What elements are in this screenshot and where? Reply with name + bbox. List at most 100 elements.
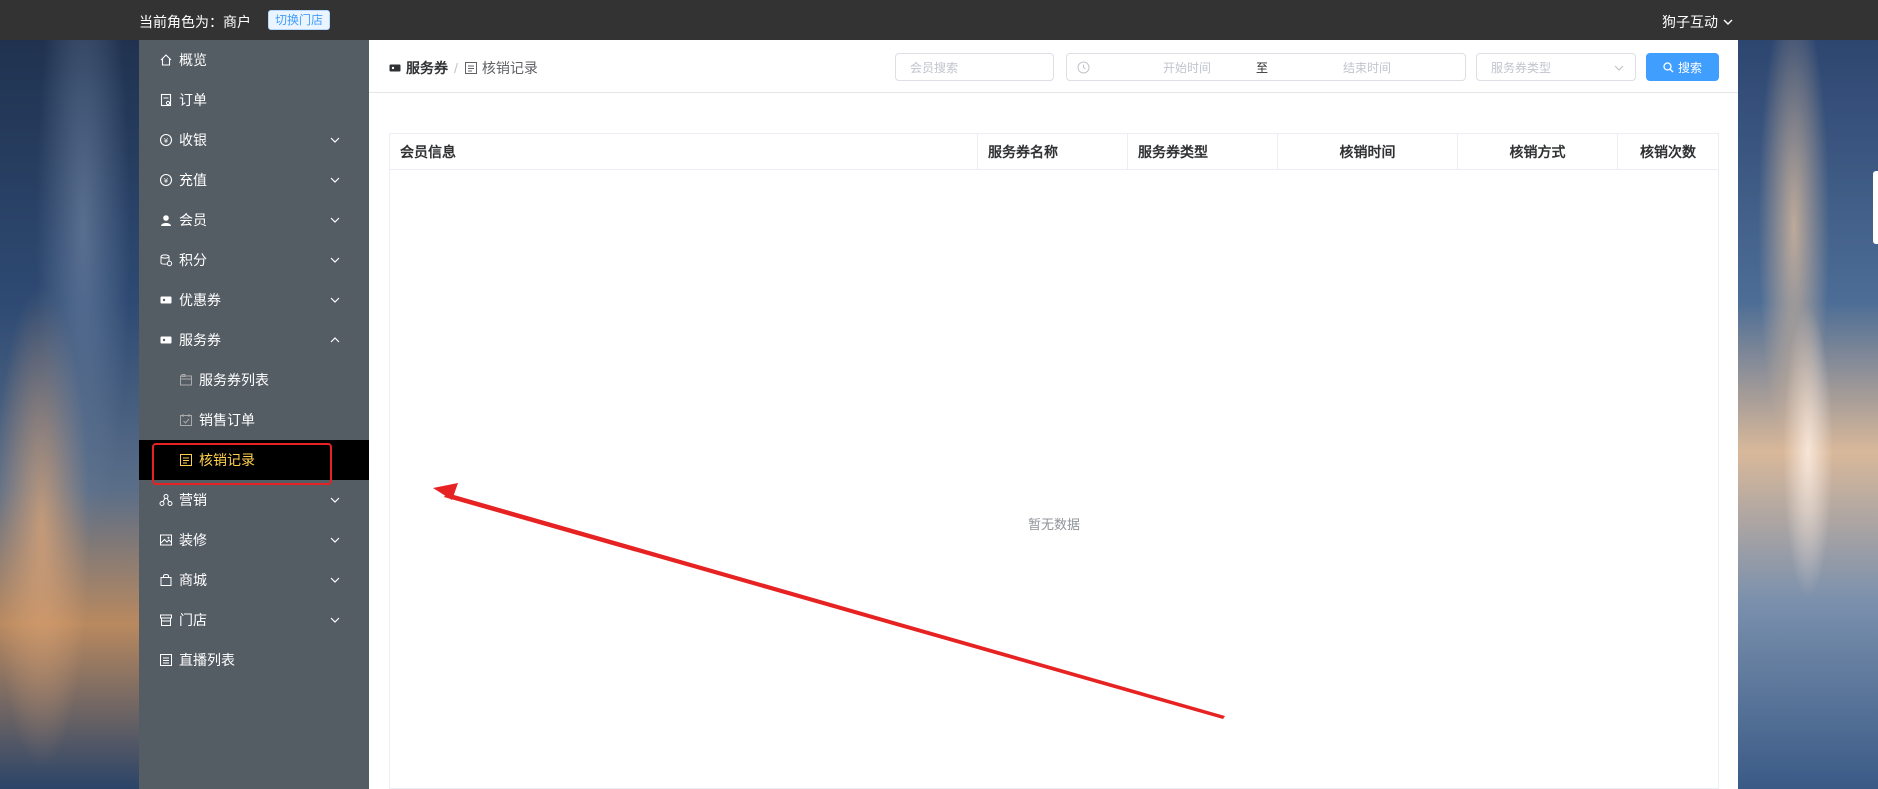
marketing-icon	[159, 493, 173, 507]
service-coupon-icon	[389, 64, 401, 72]
sidebar-item-coupons[interactable]: 优惠券	[139, 280, 369, 320]
sidebar-item-label: 服务券列表	[199, 372, 269, 388]
svg-text:¥: ¥	[164, 177, 169, 185]
clock-icon	[1077, 61, 1090, 74]
chevron-down-icon	[330, 177, 340, 183]
range-separator: 至	[1256, 60, 1269, 75]
search-button[interactable]: 搜索	[1646, 53, 1719, 81]
current-role-text: 当前角色为：商户	[139, 14, 251, 30]
start-time-input[interactable]: 开始时间	[1127, 59, 1247, 76]
top-bar: 当前角色为：商户 切换门店 狗子互动	[0, 0, 1878, 40]
home-icon	[159, 53, 173, 67]
sidebar: 概览 订单 ¥ 收银 ¥ 充值 会员 积分 优惠券 服务券 服务券列表 销售订单…	[139, 40, 369, 789]
sidebar-item-points[interactable]: 积分	[139, 240, 369, 280]
sidebar-item-label: 优惠券	[179, 292, 221, 308]
chevron-down-icon	[330, 497, 340, 503]
member-icon	[159, 213, 173, 227]
record-icon	[464, 62, 477, 74]
sidebar-item-service-coupon-list[interactable]: 服务券列表	[139, 360, 369, 400]
chevron-down-icon	[330, 617, 340, 623]
redemption-records-table: 会员信息 服务券名称 服务券类型 核销时间 核销方式 核销次数 暂无数据	[389, 133, 1719, 789]
sidebar-item-label: 积分	[179, 252, 207, 268]
sidebar-item-label: 商城	[179, 572, 207, 588]
sidebar-item-label: 收银	[179, 132, 207, 148]
sidebar-item-service-coupons[interactable]: 服务券	[139, 320, 369, 360]
service-coupon-icon	[159, 333, 173, 347]
search-icon	[1663, 61, 1674, 72]
sidebar-item-label: 门店	[179, 612, 207, 628]
sidebar-item-label: 订单	[179, 92, 207, 108]
column-header-redemption-time: 核销时间	[1278, 134, 1458, 170]
date-range-picker[interactable]: 开始时间 至 结束时间	[1066, 53, 1466, 81]
chevron-down-icon	[330, 137, 340, 143]
chevron-down-icon	[330, 297, 340, 303]
background-right	[1738, 40, 1878, 789]
column-header-redemption-count: 核销次数	[1640, 144, 1696, 160]
search-button-label: 搜索	[1677, 60, 1702, 75]
list-icon	[179, 373, 193, 387]
order-icon	[159, 93, 173, 107]
chevron-down-icon	[1614, 65, 1624, 71]
breadcrumb-current-label: 核销记录	[481, 60, 538, 76]
sidebar-item-decoration[interactable]: 装修	[139, 520, 369, 560]
service-coupon-type-select[interactable]: 服务券类型	[1476, 53, 1636, 81]
side-drawer-tab[interactable]	[1873, 171, 1878, 244]
coupon-icon	[159, 293, 173, 307]
sidebar-item-label: 销售订单	[199, 412, 255, 428]
sidebar-item-orders[interactable]: 订单	[139, 80, 369, 120]
recharge-icon: ¥	[159, 173, 173, 187]
main-content: 服务券 / 核销记录 会员搜索 开始时间 至 结束时间 服务券类型 搜索 会员信…	[369, 40, 1738, 789]
user-name: 狗子互动	[1662, 14, 1718, 30]
switch-store-button[interactable]: 切换门店	[268, 10, 331, 30]
live-list-icon	[159, 653, 173, 667]
chevron-down-icon	[330, 257, 340, 263]
cashier-icon: ¥	[159, 133, 173, 147]
sidebar-item-sales-orders[interactable]: 销售订单	[139, 400, 369, 440]
sidebar-item-live-list[interactable]: 直播列表	[139, 640, 369, 680]
sidebar-item-recharge[interactable]: ¥ 充值	[139, 160, 369, 200]
breadcrumb-parent[interactable]: 服务券	[388, 58, 448, 78]
calendar-check-icon	[179, 413, 193, 427]
sidebar-item-label: 充值	[179, 172, 207, 188]
sidebar-item-cashier[interactable]: ¥ 收银	[139, 120, 369, 160]
sidebar-item-marketing[interactable]: 营销	[139, 480, 369, 520]
svg-text:¥: ¥	[164, 137, 169, 145]
background-left	[0, 40, 139, 789]
chevron-up-icon	[330, 337, 340, 343]
breadcrumb-separator: /	[454, 60, 458, 76]
breadcrumb-current: 核销记录	[464, 58, 538, 78]
sidebar-item-mall[interactable]: 商城	[139, 560, 369, 600]
sidebar-item-overview[interactable]: 概览	[139, 40, 369, 80]
breadcrumb: 服务券 / 核销记录	[388, 58, 538, 78]
column-header-coupon-name: 服务券名称	[978, 134, 1128, 170]
user-menu[interactable]: 狗子互动	[1662, 12, 1734, 32]
mall-icon	[159, 573, 173, 587]
header-bar: 服务券 / 核销记录 会员搜索 开始时间 至 结束时间 服务券类型 搜索	[369, 40, 1738, 93]
chevron-down-icon	[330, 577, 340, 583]
sidebar-item-label: 装修	[179, 532, 207, 548]
chevron-down-icon	[330, 537, 340, 543]
decoration-icon	[159, 533, 173, 547]
sidebar-item-label: 会员	[179, 212, 207, 228]
end-time-input[interactable]: 结束时间	[1307, 59, 1427, 76]
column-header-redemption-method: 核销方式	[1458, 134, 1618, 170]
sidebar-item-members[interactable]: 会员	[139, 200, 369, 240]
sidebar-item-label: 直播列表	[179, 652, 235, 668]
record-icon	[179, 453, 193, 467]
points-icon	[159, 253, 173, 267]
breadcrumb-parent-label: 服务券	[406, 60, 448, 76]
type-select-placeholder: 服务券类型	[1491, 60, 1552, 75]
sidebar-item-label: 核销记录	[199, 452, 255, 468]
sidebar-item-label: 服务券	[179, 332, 221, 348]
store-icon	[159, 613, 173, 627]
table-header: 会员信息 服务券名称 服务券类型 核销时间 核销方式 核销次数	[390, 134, 1718, 170]
member-search-placeholder: 会员搜索	[910, 60, 959, 75]
column-header-coupon-type: 服务券类型	[1128, 134, 1278, 170]
sidebar-item-redemption-records[interactable]: 核销记录	[139, 440, 369, 480]
chevron-down-icon	[330, 217, 340, 223]
sidebar-item-stores[interactable]: 门店	[139, 600, 369, 640]
empty-state-text: 暂无数据	[1027, 517, 1080, 532]
member-search-input[interactable]: 会员搜索	[895, 53, 1054, 81]
sidebar-item-label: 营销	[179, 492, 207, 508]
chevron-down-icon	[1723, 19, 1733, 25]
